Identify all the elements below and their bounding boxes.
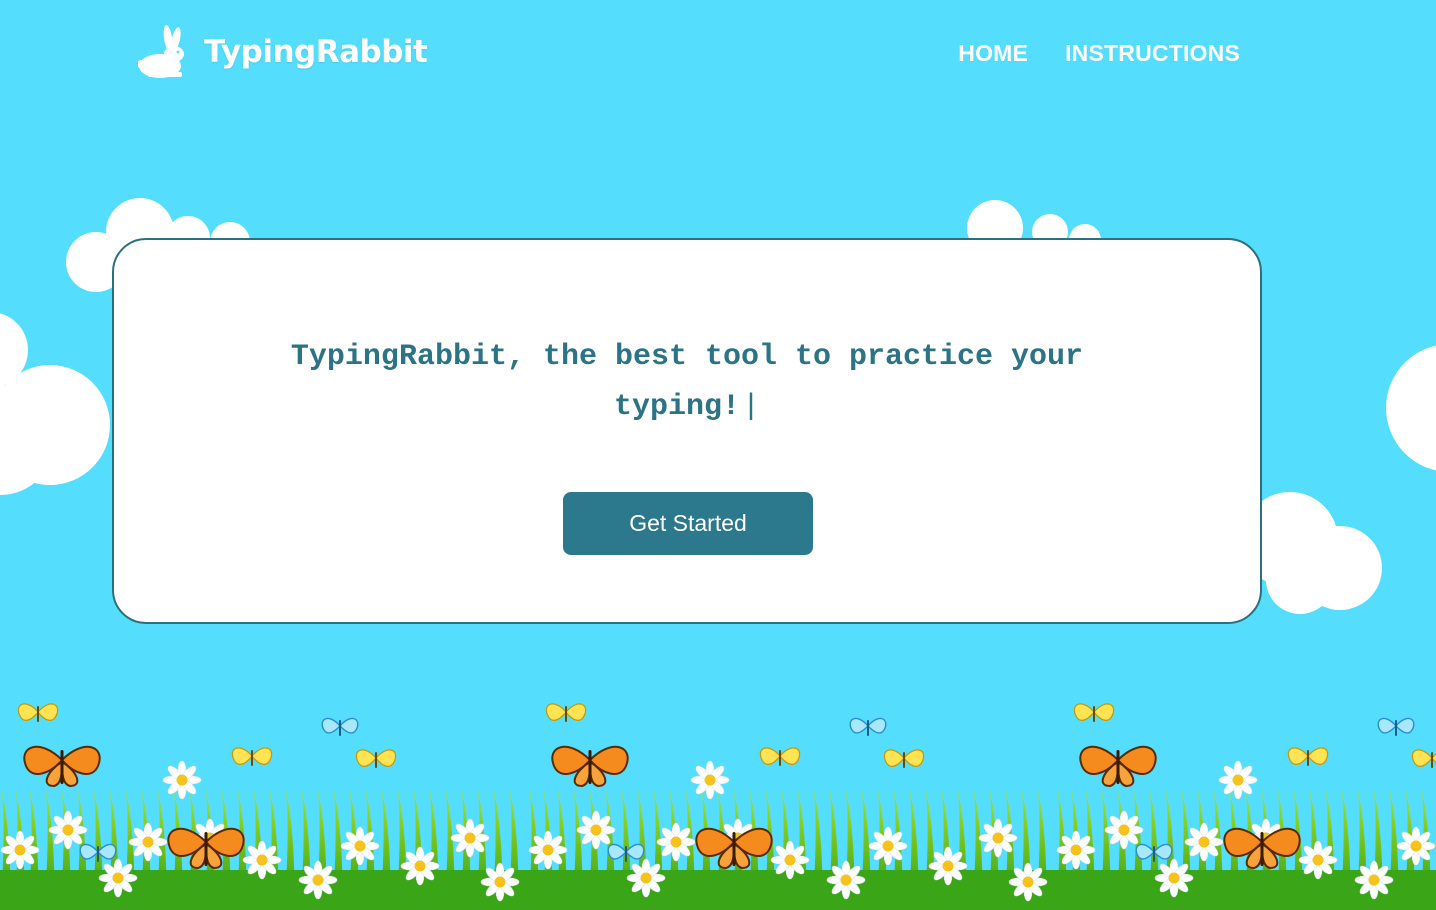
logo-text: TypingRabbit: [204, 34, 428, 70]
hero-card: TypingRabbit, the best tool to practice …: [112, 238, 1262, 624]
main-nav: HOME INSTRUCTIONS: [958, 40, 1240, 67]
nav-instructions[interactable]: INSTRUCTIONS: [1065, 40, 1240, 67]
hero-headline-text: TypingRabbit, the best tool to practice …: [290, 340, 1084, 424]
logo[interactable]: TypingRabbit: [138, 24, 428, 80]
cloud-right-mid: [1386, 345, 1436, 471]
hero-headline: TypingRabbit, the best tool to practice …: [114, 332, 1260, 432]
rabbit-icon: [138, 25, 184, 78]
cloud-right-bottom: [1242, 492, 1382, 614]
get-started-button[interactable]: Get Started: [563, 492, 813, 555]
typing-cursor: |: [742, 390, 761, 424]
meadow-decoration: [0, 670, 1436, 910]
cloud-left-mid: [0, 313, 110, 495]
nav-home[interactable]: HOME: [958, 40, 1028, 67]
